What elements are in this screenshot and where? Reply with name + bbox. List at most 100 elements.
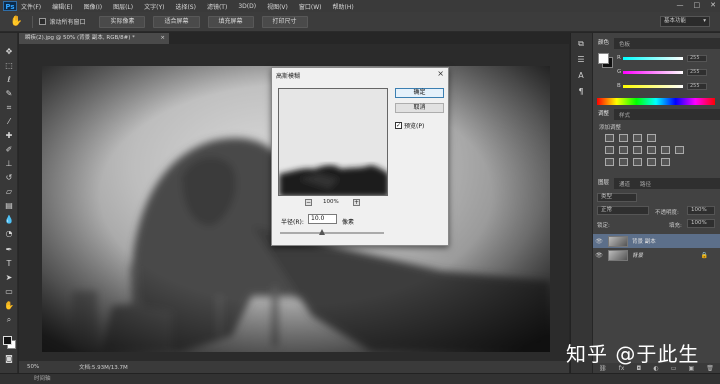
- gradient-map-icon[interactable]: [647, 158, 656, 166]
- quick-mask-icon[interactable]: ◙: [4, 354, 14, 364]
- tab-paths[interactable]: 路径: [635, 180, 656, 188]
- dodge-tool-icon[interactable]: ◔: [4, 229, 14, 239]
- zoom-in-button[interactable]: +: [353, 199, 360, 206]
- blur-tool-icon[interactable]: 💧: [4, 215, 14, 225]
- clone-stamp-tool-icon[interactable]: ⊥: [4, 159, 14, 169]
- hand-tool-icon[interactable]: ✋: [4, 301, 14, 311]
- blend-mode-select[interactable]: 正常: [597, 206, 649, 215]
- print-size-button[interactable]: 打印尺寸: [261, 15, 308, 28]
- menu-select[interactable]: 选择(S): [175, 2, 196, 11]
- red-slider[interactable]: R 255: [617, 54, 717, 62]
- zoom-out-button[interactable]: −: [305, 199, 312, 206]
- properties-icon[interactable]: ☰: [576, 55, 586, 65]
- brightness-icon[interactable]: [605, 134, 614, 142]
- preview-checkbox[interactable]: ✓ 预览(P): [395, 121, 424, 130]
- posterize-icon[interactable]: [619, 158, 628, 166]
- close-icon[interactable]: ×: [160, 33, 165, 44]
- pen-tool-icon[interactable]: ✒: [4, 245, 14, 255]
- foreground-color-swatch[interactable]: [598, 53, 609, 64]
- slider-track[interactable]: [623, 70, 683, 74]
- fill-screen-button[interactable]: 填充屏幕: [207, 15, 254, 28]
- foreground-color-swatch[interactable]: [3, 336, 12, 345]
- crop-tool-icon[interactable]: ⌗: [4, 103, 14, 113]
- lasso-tool-icon[interactable]: ℓ: [4, 75, 14, 85]
- threshold-icon[interactable]: [633, 158, 642, 166]
- close-icon[interactable]: ×: [437, 69, 444, 78]
- eye-icon[interactable]: 👁: [593, 252, 605, 259]
- close-window-button[interactable]: ✕: [710, 1, 716, 9]
- channel-value[interactable]: 255: [687, 82, 707, 90]
- fit-screen-button[interactable]: 适合屏幕: [153, 15, 200, 28]
- zoom-level[interactable]: 50%: [27, 364, 55, 370]
- menu-help[interactable]: 帮助(H): [333, 2, 354, 11]
- hand-tool-icon[interactable]: ✋: [10, 16, 22, 27]
- menu-window[interactable]: 窗口(W): [299, 2, 322, 11]
- black-white-icon[interactable]: [647, 146, 656, 154]
- tab-swatches[interactable]: 色板: [614, 40, 635, 48]
- opacity-input[interactable]: 100%: [687, 206, 715, 215]
- layer-kind-filter[interactable]: 类型: [597, 193, 637, 202]
- hue-saturation-icon[interactable]: [619, 146, 628, 154]
- marquee-tool-icon[interactable]: ⬚: [4, 61, 14, 71]
- selective-color-icon[interactable]: [661, 158, 670, 166]
- tab-adjustments[interactable]: 调整: [593, 109, 615, 120]
- menu-3d[interactable]: 3D(D): [238, 3, 256, 10]
- tab-color[interactable]: 颜色: [593, 38, 615, 49]
- layer-row[interactable]: 👁 背景 🔒: [593, 248, 720, 262]
- levels-icon[interactable]: [619, 134, 628, 142]
- menu-filter[interactable]: 滤镜(T): [207, 2, 227, 11]
- tab-styles[interactable]: 样式: [614, 111, 635, 119]
- cancel-button[interactable]: 取消: [395, 103, 444, 113]
- invert-icon[interactable]: [605, 158, 614, 166]
- character-icon[interactable]: A: [576, 71, 586, 81]
- fill-input[interactable]: 100%: [687, 219, 715, 228]
- brush-tool-icon[interactable]: ✐: [4, 145, 14, 155]
- eyedropper-tool-icon[interactable]: ⁄: [4, 117, 14, 127]
- workspace-select[interactable]: 基本功能 ▾: [660, 16, 710, 27]
- menu-edit[interactable]: 编辑(E): [52, 2, 72, 11]
- zoom-tool-icon[interactable]: ⌕: [4, 315, 14, 325]
- scroll-all-checkbox[interactable]: [39, 18, 47, 25]
- channel-mixer-icon[interactable]: [675, 146, 684, 154]
- path-select-tool-icon[interactable]: ➤: [4, 273, 14, 283]
- channel-value[interactable]: 255: [687, 54, 707, 62]
- checkbox-box[interactable]: ✓: [395, 122, 402, 129]
- radius-slider-track[interactable]: [280, 232, 384, 234]
- paragraph-icon[interactable]: ¶: [576, 87, 586, 97]
- green-slider[interactable]: G 255: [617, 68, 717, 76]
- type-tool-icon[interactable]: T: [4, 259, 14, 269]
- blue-slider[interactable]: B 255: [617, 82, 717, 90]
- actual-pixels-button[interactable]: 实际像素: [99, 15, 146, 28]
- trash-icon[interactable]: 🗑: [706, 365, 714, 372]
- shape-tool-icon[interactable]: ▭: [4, 287, 14, 297]
- document-tab[interactable]: 瞬疾(2).jpg @ 50% (背景 副本, RGB/8#) * ×: [19, 33, 169, 44]
- menu-file[interactable]: 文件(F): [21, 2, 41, 11]
- maximize-button[interactable]: □: [694, 1, 701, 9]
- radius-input[interactable]: 10.0: [308, 214, 337, 224]
- ok-button[interactable]: 确定: [395, 88, 444, 98]
- menu-view[interactable]: 视图(V): [267, 2, 288, 11]
- color-spectrum[interactable]: [597, 98, 715, 105]
- color-balance-icon[interactable]: [633, 146, 642, 154]
- photo-filter-icon[interactable]: [661, 146, 670, 154]
- slider-track[interactable]: [623, 56, 683, 60]
- layer-row[interactable]: 👁 背景 副本: [593, 234, 720, 248]
- menu-type[interactable]: 文字(Y): [144, 2, 164, 11]
- tab-channels[interactable]: 通道: [614, 180, 635, 188]
- gradient-tool-icon[interactable]: ▤: [4, 201, 14, 211]
- timeline-panel-tab[interactable]: 时间轴: [0, 373, 720, 384]
- menu-layer[interactable]: 图层(L): [113, 2, 133, 11]
- history-icon[interactable]: ⧉: [576, 39, 586, 49]
- channel-value[interactable]: 255: [687, 68, 707, 76]
- vibrance-icon[interactable]: [605, 146, 614, 154]
- history-brush-tool-icon[interactable]: ↺: [4, 173, 14, 183]
- curves-icon[interactable]: [633, 134, 642, 142]
- move-tool-icon[interactable]: ✥: [4, 47, 14, 57]
- eraser-tool-icon[interactable]: ▱: [4, 187, 14, 197]
- minimize-button[interactable]: —: [677, 1, 684, 9]
- tab-layers[interactable]: 图层: [593, 178, 615, 189]
- radius-slider-thumb[interactable]: [319, 229, 325, 235]
- filter-preview[interactable]: [278, 88, 388, 196]
- quick-select-tool-icon[interactable]: ✎: [4, 89, 14, 99]
- menu-image[interactable]: 图像(I): [84, 2, 102, 11]
